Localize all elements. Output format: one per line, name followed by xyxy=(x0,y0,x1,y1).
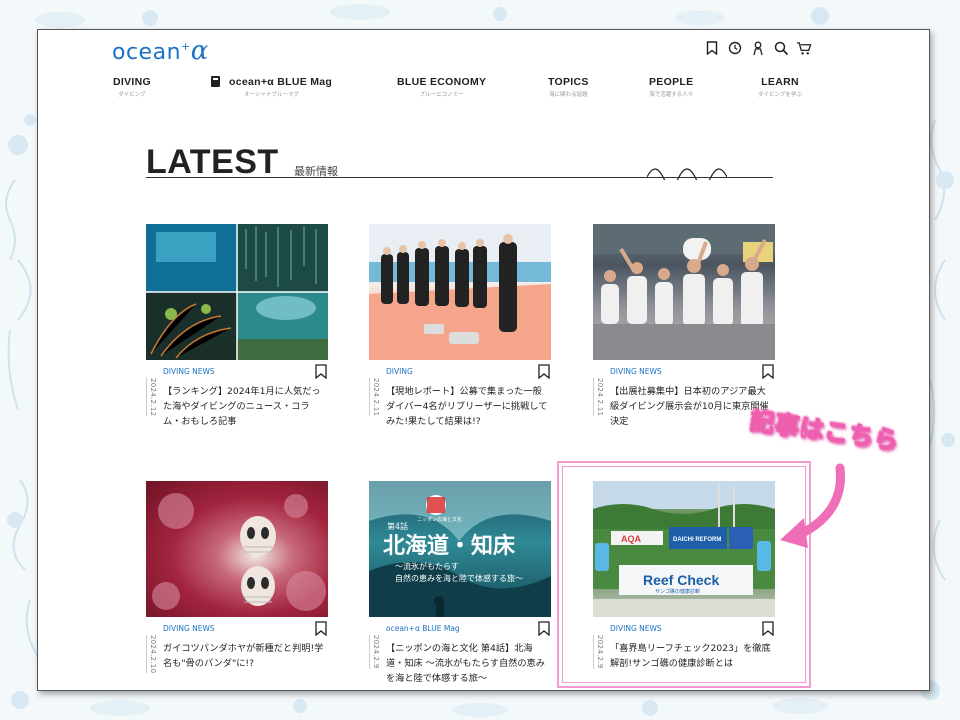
nav-label: PEOPLE xyxy=(649,76,694,88)
article-title[interactable]: 「喜界島リーフチェック2023」を徹底解剖!サンゴ礁の健康診断とは xyxy=(610,641,774,671)
bookmark-icon[interactable] xyxy=(315,364,327,379)
article-meta: 2024.2.11 DIVING NEWS 【出展社募集中】日本初のアジア最大級… xyxy=(593,360,775,434)
article-category[interactable]: DIVING NEWS xyxy=(163,624,215,633)
header-tools xyxy=(704,40,812,56)
article-meta: 2024.2.9 ocean+α BLUE Mag 【ニッポンの海と文化 第4話… xyxy=(369,617,551,690)
thumb-sub2: 自然の恵みを海と陸で体感する旅〜 xyxy=(395,573,523,583)
article-card: AQA DAICHI REFORM Reef Check サンゴ礁の健康診断 2… xyxy=(593,481,775,690)
nav-label-wrap: ocean+α BLUE Mag xyxy=(211,76,332,88)
nav-sublabel: 海に関わる話題 xyxy=(549,92,588,98)
article-thumbnail[interactable]: AQA DAICHI REFORM Reef Check サンゴ礁の健康診断 xyxy=(593,481,775,617)
thumb-banner: Reef Check xyxy=(643,572,719,588)
article-thumbnail[interactable] xyxy=(146,224,328,360)
bookmark-icon[interactable] xyxy=(762,364,774,379)
thumb-stamp: ニッポンの海と文化 xyxy=(417,516,462,523)
article-meta: 2024.2.9 DIVING NEWS 「喜界島リーフチェック2023」を徹底… xyxy=(593,617,775,690)
bookmark-icon[interactable] xyxy=(704,40,720,56)
article-card: 2024.2.11 DIVING NEWS 【出展社募集中】日本初のアジア最大級… xyxy=(593,224,775,434)
article-date: 2024.2.10 xyxy=(146,635,157,674)
article-date: 2024.2.11 xyxy=(369,378,380,417)
article-card: 2024.2.12 DIVING NEWS 【ランキング】2024年1月に人気だ… xyxy=(146,224,328,434)
nav-label: TOPICS xyxy=(548,76,589,88)
article-date: 2024.2.9 xyxy=(369,635,380,669)
nav-blue-economy[interactable]: BLUE ECONOMY ブルーエコノミー xyxy=(397,76,486,98)
nav-label: ocean+α BLUE Mag xyxy=(229,76,333,88)
nav-sublabel: ブルーエコノミー xyxy=(419,92,464,98)
article-title[interactable]: 【現地レポート】公募で集まった一般ダイバー4名がリブリーザーに挑戦してみた!果た… xyxy=(386,384,550,429)
nav-learn[interactable]: LEARN ダイビングを学ぶ xyxy=(758,76,802,98)
nav-label: DIVING xyxy=(113,76,151,88)
magazine-icon xyxy=(211,76,220,87)
article-category[interactable]: ocean+α BLUE Mag xyxy=(386,624,460,633)
article-meta: 2024.2.11 DIVING 【現地レポート】公募で集まった一般ダイバー4名… xyxy=(369,360,551,434)
article-thumbnail[interactable] xyxy=(146,481,328,617)
nav-sublabel: ダイビング xyxy=(118,92,146,98)
article-meta: 2024.2.12 DIVING NEWS 【ランキング】2024年1月に人気だ… xyxy=(146,360,328,434)
article-category[interactable]: DIVING xyxy=(386,367,413,376)
cart-icon[interactable] xyxy=(796,40,812,56)
article-card: 2024.2.10 DIVING NEWS ガイコツパンダホヤが新種だと判明!学… xyxy=(146,481,328,690)
article-card: 2024.2.11 DIVING 【現地レポート】公募で集まった一般ダイバー4名… xyxy=(369,224,551,434)
article-category[interactable]: DIVING NEWS xyxy=(610,624,662,633)
wave-decoration xyxy=(647,168,727,180)
article-date: 2024.2.9 xyxy=(593,635,604,669)
nav-blue-mag[interactable]: ocean+α BLUE Mag オーシャナブルーマグ xyxy=(211,76,332,98)
site-logo[interactable]: ocean+α xyxy=(112,36,209,66)
article-title[interactable]: ガイコツパンダホヤが新種だと判明!学名も"骨のパンダ"に!? xyxy=(163,641,327,671)
nav-sublabel: 海で活躍する人々 xyxy=(649,92,694,98)
article-category[interactable]: DIVING NEWS xyxy=(163,367,215,376)
article-title[interactable]: 【ランキング】2024年1月に人気だった海やダイビングのニュース・コラム・おもし… xyxy=(163,384,327,429)
nav-people[interactable]: PEOPLE 海で活躍する人々 xyxy=(649,76,693,98)
thumb-flag-aqa: AQA xyxy=(621,534,642,544)
nav-sublabel: ダイビングを学ぶ xyxy=(758,92,803,98)
bookmark-icon[interactable] xyxy=(315,621,327,636)
nav-topics[interactable]: TOPICS 海に関わる話題 xyxy=(548,76,589,98)
article-category[interactable]: DIVING NEWS xyxy=(610,367,662,376)
article-date: 2024.2.11 xyxy=(593,378,604,417)
bookmark-icon[interactable] xyxy=(762,621,774,636)
main-nav: DIVING ダイビング ocean+α BLUE Mag オーシャナブルーマグ… xyxy=(98,76,818,106)
article-meta: 2024.2.10 DIVING NEWS ガイコツパンダホヤが新種だと判明!学… xyxy=(146,617,328,690)
nav-label: BLUE ECONOMY xyxy=(397,76,487,88)
user-icon[interactable] xyxy=(750,40,766,56)
nav-diving[interactable]: DIVING ダイビング xyxy=(113,76,151,98)
nav-sublabel: オーシャナブルーマグ xyxy=(244,92,300,98)
search-icon[interactable] xyxy=(773,40,789,56)
thumb-main: 北海道・知床 xyxy=(383,533,516,559)
thumb-sub1: 〜流氷がもたらす xyxy=(395,561,459,571)
clock-icon[interactable] xyxy=(727,40,743,56)
article-thumbnail[interactable] xyxy=(369,224,551,360)
article-title[interactable]: 【ニッポンの海と文化 第4話】北海道・知床 〜流氷がもたらす自然の恵みを海と陸で… xyxy=(386,641,550,686)
bookmark-icon[interactable] xyxy=(538,364,550,379)
nav-label: LEARN xyxy=(761,76,799,88)
article-date: 2024.2.12 xyxy=(146,378,157,417)
thumb-flag-daichi: DAICHI REFORM xyxy=(673,537,721,543)
arrow-icon xyxy=(780,463,845,548)
article-thumbnail[interactable]: ニッポンの海と文化 第4話 北海道・知床 〜流氷がもたらす 自然の恵みを海と陸で… xyxy=(369,481,551,617)
bookmark-icon[interactable] xyxy=(538,621,550,636)
thumb-chapter: 第4話 xyxy=(387,521,408,531)
thumb-banner-sub: サンゴ礁の健康診断 xyxy=(655,588,700,595)
article-card: ニッポンの海と文化 第4話 北海道・知床 〜流氷がもたらす 自然の恵みを海と陸で… xyxy=(369,481,551,690)
article-thumbnail[interactable] xyxy=(593,224,775,360)
browser-frame: ocean+α DIVING ダイビング ocean+α BLUE Mag オー… xyxy=(37,29,930,691)
